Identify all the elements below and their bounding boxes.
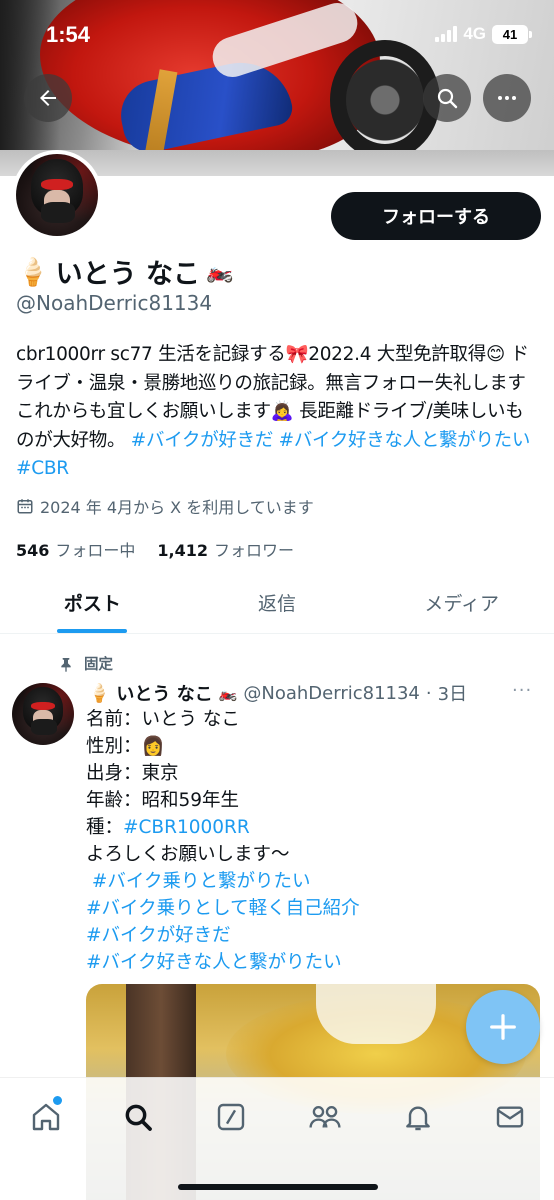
nav-messages[interactable] [487, 1094, 533, 1140]
following-link[interactable]: 546 フォロー中 [16, 537, 135, 561]
home-notification-dot [53, 1096, 62, 1105]
followers-label: フォロワー [214, 541, 295, 560]
post-line: 種：#CBR1000RR [86, 814, 526, 841]
nav-communities[interactable] [302, 1094, 348, 1140]
status-indicators: 4G 41 [435, 24, 532, 44]
back-button[interactable] [24, 74, 72, 122]
nav-search[interactable] [115, 1094, 161, 1140]
status-time: 1:54 [46, 22, 91, 47]
profile-bio: cbr1000rr sc77 生活を記録する🎀2022.4 大型免許取得😊 ドラ… [16, 341, 538, 484]
bio-hashtag[interactable]: #CBR [16, 458, 69, 479]
profile-handle: @NoahDerric81134 [16, 291, 213, 315]
followers-count: 1,412 [157, 541, 209, 560]
post-author-emoji-right: 🏍️ [218, 684, 238, 702]
calendar-icon [17, 499, 33, 514]
post-hashtag[interactable]: #バイクが好きだ [86, 922, 526, 949]
post-avatar[interactable] [12, 683, 74, 745]
display-name-text: いとう なこ [55, 259, 201, 290]
pinned-indicator: 固定 [58, 653, 113, 674]
communities-icon [309, 1106, 341, 1128]
profile-display-name: 🍦 いとう なこ 🏍️ [16, 252, 233, 291]
ice-cream-emoji: 🍦 [16, 256, 50, 288]
motorcycle-emoji: 🏍️ [206, 259, 234, 284]
pin-icon [61, 657, 71, 672]
follow-counts: 546 フォロー中 1,412 フォロワー [16, 537, 294, 561]
back-arrow-icon [40, 90, 56, 106]
profile-tabs: ポスト 返信 メディア [0, 572, 554, 634]
post-line: 出身：東京 [86, 763, 179, 784]
signal-icon [435, 26, 458, 42]
nav-notifications[interactable] [395, 1094, 441, 1140]
follow-button[interactable]: フォローする [331, 192, 541, 240]
more-dots-icon [498, 96, 516, 100]
grok-icon [217, 1103, 245, 1131]
compose-button[interactable] [466, 990, 540, 1064]
post-author-handle[interactable]: @NoahDerric81134 [243, 683, 420, 704]
search-icon [437, 88, 458, 109]
home-icon [32, 1103, 60, 1131]
pinned-label: 固定 [84, 657, 113, 673]
nav-home[interactable] [23, 1094, 69, 1140]
post-more-icon[interactable]: ··· [512, 680, 532, 701]
post-header: 🍦 いとう なこ 🏍️ @NoahDerric81134 · 3日 [88, 680, 467, 706]
more-button[interactable] [483, 74, 531, 122]
post-line-label: 種： [86, 817, 124, 838]
notifications-icon [406, 1106, 430, 1131]
avatar-image [16, 154, 98, 236]
bio-hashtag[interactable]: #バイク好きな人と繋がりたい [279, 430, 531, 451]
post-author-emoji-left: 🍦 [88, 682, 111, 704]
post-time[interactable]: 3日 [438, 680, 467, 706]
search-button[interactable] [423, 74, 471, 122]
following-count: 546 [16, 541, 50, 560]
battery-icon: 41 [492, 24, 532, 44]
post-avatar-image [12, 683, 74, 745]
post-line: よろしくお願いします〜 [86, 844, 290, 865]
post-line: 年齢：昭和59年生 [86, 790, 240, 811]
post-hashtag[interactable]: #バイク乗りと繋がりたい [86, 868, 526, 895]
following-label: フォロー中 [55, 541, 136, 560]
bio-hashtag[interactable]: #バイクが好きだ [131, 430, 274, 451]
post-author-name[interactable]: いとう なこ [116, 680, 212, 706]
image-sky [316, 984, 436, 1044]
joined-text: 2024 年 4月から X を利用しています [40, 498, 314, 517]
post-separator: · [425, 682, 432, 704]
messages-icon [496, 1106, 524, 1128]
search-icon [125, 1104, 152, 1131]
post-body: 名前：いとう なこ 性別：👩 出身：東京 年齢：昭和59年生 種：#CBR100… [86, 706, 526, 976]
status-bar: 1:54 4G 41 [0, 0, 554, 70]
tab-media[interactable]: メディア [369, 572, 554, 633]
home-indicator [178, 1184, 378, 1190]
followers-link[interactable]: 1,412 フォロワー [157, 537, 294, 561]
post-hashtag-cbr[interactable]: #CBR1000RR [123, 817, 250, 838]
post-hashtag[interactable]: #バイク好きな人と繋がりたい [86, 949, 526, 976]
post-line: 性別：👩 [86, 736, 165, 757]
profile-avatar[interactable] [12, 150, 102, 240]
nav-grok[interactable] [208, 1094, 254, 1140]
post-line: 名前：いとう なこ [86, 709, 240, 730]
tab-posts[interactable]: ポスト [0, 572, 185, 633]
plus-icon [490, 1014, 516, 1040]
network-label: 4G [463, 24, 486, 43]
joined-date: 2024 年 4月から X を利用しています [16, 494, 314, 518]
post-hashtag[interactable]: #バイク乗りとして軽く自己紹介 [86, 895, 526, 922]
tab-replies[interactable]: 返信 [185, 572, 370, 633]
bottom-navigation [0, 1077, 554, 1200]
